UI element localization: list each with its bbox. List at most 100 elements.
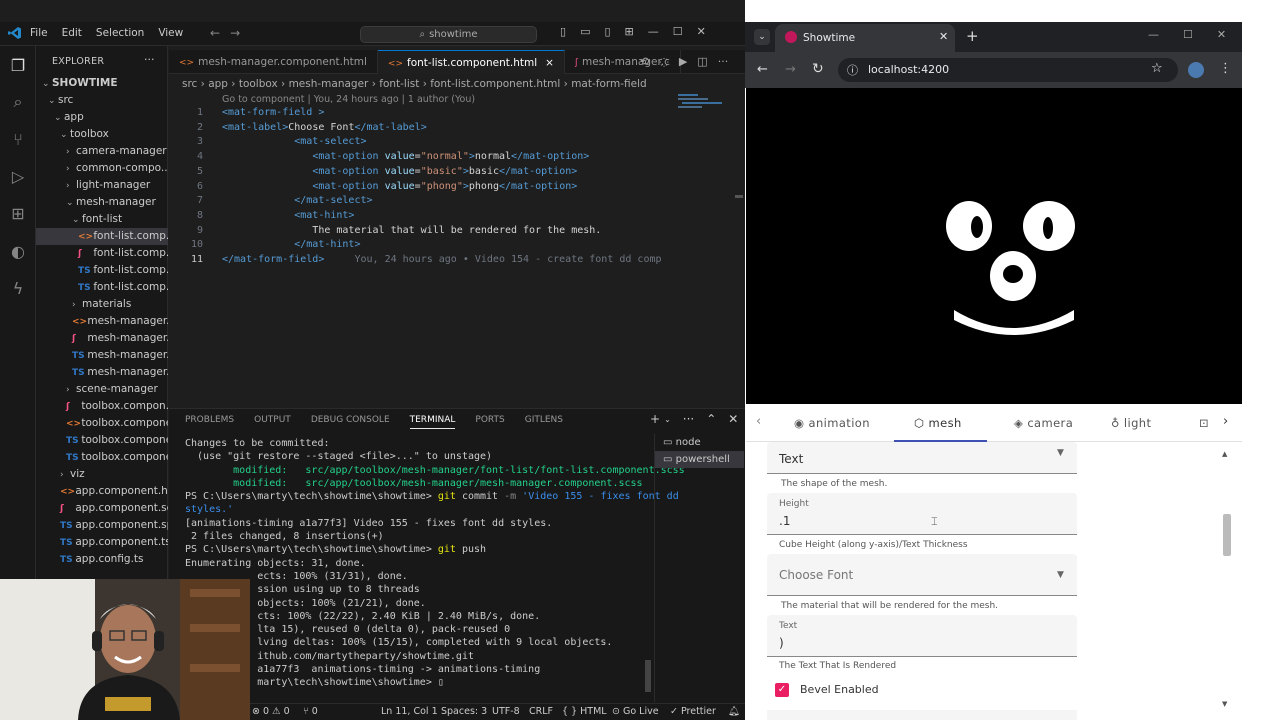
font-select[interactable]: Choose Font ▼ bbox=[767, 554, 1077, 596]
split-editor-icon[interactable]: ◫ bbox=[697, 55, 707, 68]
menu-file[interactable]: File bbox=[30, 27, 48, 39]
panel-tab-ports[interactable]: PORTS bbox=[475, 415, 504, 429]
browser-tab-showtime[interactable]: Showtime ✕ bbox=[775, 24, 955, 52]
panel-tab-gitlens[interactable]: GITLENS bbox=[525, 415, 563, 429]
forward-arrow-icon[interactable]: → bbox=[230, 26, 240, 40]
scroll-thumb[interactable] bbox=[1223, 514, 1231, 556]
tree-item[interactable]: TS toolbox.compone... bbox=[36, 449, 168, 466]
tab-mesh[interactable]: ⬡ mesh bbox=[914, 416, 962, 430]
tree-item[interactable]: TS mesh-manager.... bbox=[36, 364, 168, 381]
address-bar[interactable]: ⓘ localhost:4200 ☆ bbox=[838, 58, 1178, 82]
tree-item[interactable]: TS app.config.ts bbox=[36, 551, 168, 568]
reload-icon[interactable]: ↻ bbox=[812, 61, 824, 77]
tree-item[interactable]: ⌄ SHOWTIME bbox=[36, 75, 168, 92]
menu-view[interactable]: View bbox=[158, 27, 183, 39]
tree-item[interactable]: › viz bbox=[36, 466, 168, 483]
browser-maximize-icon[interactable]: ☐ bbox=[1183, 28, 1193, 41]
more-actions-icon[interactable]: ··· bbox=[718, 55, 729, 68]
tab-search-icon[interactable]: ⌄ bbox=[754, 29, 770, 45]
command-center[interactable]: ⌕ showtime bbox=[360, 26, 537, 43]
terminal-output[interactable]: Changes to be committed: (use "git resto… bbox=[185, 437, 685, 690]
tree-item[interactable]: <> font-list.comp... bbox=[36, 228, 168, 245]
scroll-down-icon[interactable]: ▼ bbox=[1222, 700, 1227, 708]
tab-overflow-icon[interactable]: ⊡ bbox=[1199, 416, 1209, 430]
tree-item[interactable]: ʃ app.component.scss bbox=[36, 500, 168, 517]
browser-back-icon[interactable]: ← bbox=[757, 62, 768, 77]
status-eol[interactable]: CRLF bbox=[529, 706, 553, 717]
terminal-powershell[interactable]: ▭ powershell bbox=[655, 451, 744, 468]
maximize-icon[interactable]: ☐ bbox=[673, 25, 683, 38]
bevel-checkbox[interactable]: ✓ bbox=[775, 683, 789, 697]
status-spaces[interactable]: Spaces: 3 bbox=[441, 706, 487, 717]
tree-item[interactable]: TS font-list.comp... bbox=[36, 262, 168, 279]
menu-edit[interactable]: Edit bbox=[62, 27, 82, 39]
more-icon[interactable]: ··· bbox=[683, 412, 694, 426]
tab-camera[interactable]: ◈ camera bbox=[1014, 416, 1073, 430]
tree-item[interactable]: TS app.component.sp... bbox=[36, 517, 168, 534]
height-input[interactable]: Height .1 ⌶ bbox=[767, 493, 1077, 535]
explorer-more-icon[interactable]: ··· bbox=[144, 53, 155, 66]
site-info-icon[interactable]: ⓘ bbox=[847, 62, 858, 78]
layout-panel-icon[interactable]: ▭ bbox=[580, 25, 590, 38]
terminal-dropdown-icon[interactable]: ⌄ bbox=[664, 412, 671, 426]
tree-item[interactable]: TS font-list.comp... bbox=[36, 279, 168, 296]
form-scrollbar[interactable]: ▲ ▼ bbox=[1222, 450, 1232, 712]
search-sidebar-icon[interactable]: ⌕ bbox=[8, 92, 28, 112]
shape-select[interactable]: Text ▼ bbox=[767, 442, 1077, 474]
status-prettier[interactable]: ✓ Prettier bbox=[670, 706, 716, 717]
breadcrumb[interactable]: src › app › toolbox › mesh-manager › fon… bbox=[182, 78, 647, 90]
tree-item[interactable]: ʃ font-list.comp... bbox=[36, 245, 168, 262]
browser-menu-icon[interactable]: ⋮ bbox=[1219, 61, 1232, 76]
tab-animation[interactable]: ◉ animation bbox=[794, 416, 870, 430]
terminal-node[interactable]: ▭ node bbox=[655, 434, 744, 451]
tree-item[interactable]: ʃ mesh-manager.... bbox=[36, 330, 168, 347]
browser-minimize-icon[interactable]: — bbox=[1148, 28, 1159, 41]
tree-item[interactable]: <> app.component.ht... bbox=[36, 483, 168, 500]
tree-item[interactable]: › camera-manager bbox=[36, 143, 168, 160]
status-problems[interactable]: ⊗ 0 ⚠ 0 bbox=[252, 706, 290, 717]
tree-item[interactable]: <> toolbox.compone... bbox=[36, 415, 168, 432]
new-tab-icon[interactable]: + bbox=[966, 27, 979, 45]
tab-scroll-right-icon[interactable]: › bbox=[1223, 414, 1228, 429]
tree-item[interactable]: ⌄ src bbox=[36, 92, 168, 109]
status-encoding[interactable]: UTF-8 bbox=[492, 706, 520, 717]
tree-item[interactable]: › scene-manager bbox=[36, 381, 168, 398]
terminal-scrollbar[interactable] bbox=[645, 660, 651, 692]
tab-scroll-left-icon[interactable]: ‹ bbox=[756, 414, 761, 429]
notifications-bell-icon[interactable]: 🔔︎ bbox=[728, 706, 740, 717]
menu-selection[interactable]: Selection bbox=[96, 27, 144, 39]
tab-light[interactable]: ♁ light bbox=[1111, 416, 1151, 430]
three-canvas[interactable] bbox=[746, 88, 1242, 404]
editor-tab[interactable]: <> font-list.component.html × bbox=[377, 50, 565, 74]
scroll-up-icon[interactable]: ▲ bbox=[1222, 450, 1227, 458]
code-editor[interactable]: 1 <mat-form-field > 2 <mat-label>Choose Fon… bbox=[169, 104, 739, 404]
tree-item[interactable]: TS toolbox.compone... bbox=[36, 432, 168, 449]
minimap[interactable] bbox=[676, 92, 726, 112]
layout-secondary-icon[interactable]: ▯ bbox=[604, 25, 610, 38]
profile-avatar[interactable] bbox=[1188, 62, 1204, 78]
tree-item[interactable]: ⌄ toolbox bbox=[36, 126, 168, 143]
tree-item[interactable]: <> mesh-manager.... bbox=[36, 313, 168, 330]
text-input[interactable]: Text ) bbox=[767, 615, 1077, 657]
status-language[interactable]: { } HTML bbox=[562, 706, 607, 717]
tree-item[interactable]: › common-compo... bbox=[36, 160, 168, 177]
maximize-panel-icon[interactable]: ⌃ bbox=[706, 412, 716, 426]
browser-forward-icon[interactable]: → bbox=[785, 62, 796, 77]
panel-tab-terminal[interactable]: TERMINAL bbox=[409, 415, 456, 429]
bookmark-star-icon[interactable]: ☆ bbox=[1151, 61, 1163, 76]
tab-close-icon[interactable]: ✕ bbox=[939, 30, 948, 43]
open-changes-icon[interactable]: ◌ bbox=[659, 55, 669, 68]
status-golive[interactable]: ⊙ Go Live bbox=[612, 706, 659, 717]
run-icon[interactable]: ▶ bbox=[679, 55, 687, 68]
panel-tab-debug-console[interactable]: DEBUG CONSOLE bbox=[311, 415, 390, 429]
source-control-icon[interactable]: ⑂ bbox=[8, 130, 28, 150]
explorer-icon[interactable]: ❐ bbox=[8, 56, 28, 76]
tree-item[interactable]: › light-manager bbox=[36, 177, 168, 194]
layout-sidebar-icon[interactable]: ▯ bbox=[560, 25, 566, 38]
customize-layout-icon[interactable]: ⊞ bbox=[625, 25, 634, 38]
git-compare-icon[interactable]: ⟲ bbox=[640, 55, 649, 68]
browser-close-icon[interactable]: ✕ bbox=[1217, 28, 1226, 41]
tree-item[interactable]: › materials bbox=[36, 296, 168, 313]
gitlens-icon[interactable]: ◐ bbox=[8, 242, 28, 262]
back-arrow-icon[interactable]: ← bbox=[210, 26, 220, 40]
